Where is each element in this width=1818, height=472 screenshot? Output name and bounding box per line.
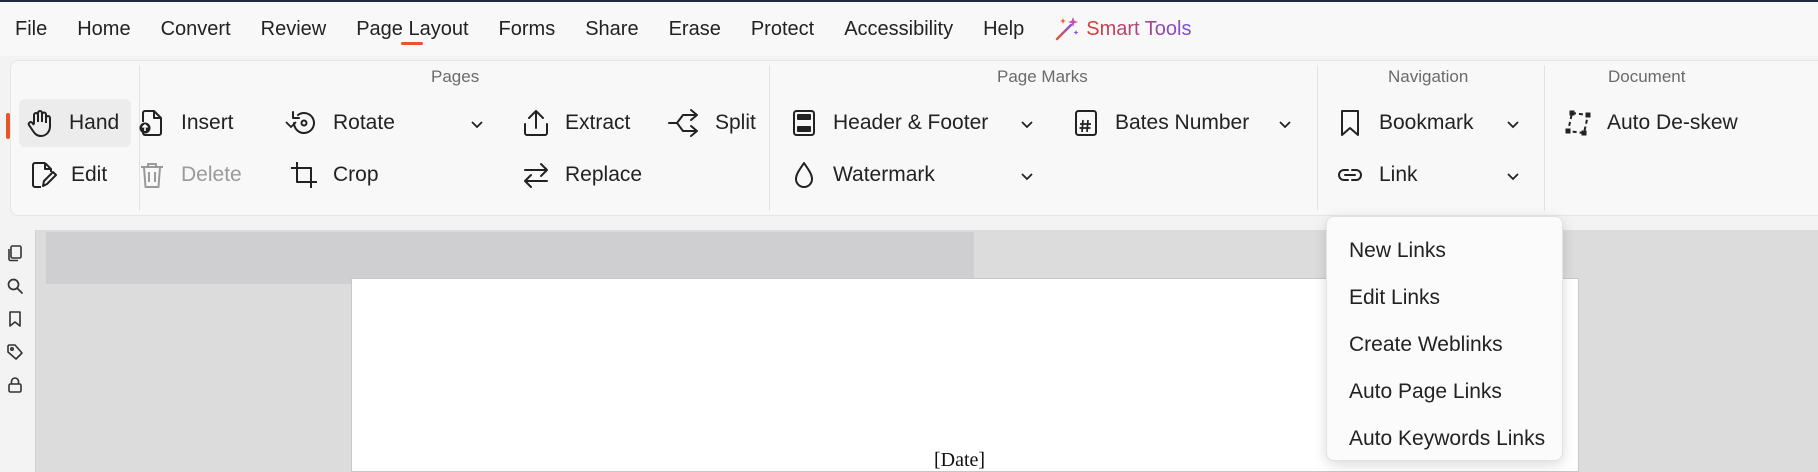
- header-footer-button[interactable]: Header & Footer: [789, 99, 988, 147]
- extract-pages-button[interactable]: Extract: [521, 99, 630, 147]
- watermark-chevron-down-icon[interactable]: [1019, 168, 1035, 184]
- split-pages-button[interactable]: Split: [667, 99, 756, 147]
- menu-item-new-links[interactable]: New Links: [1327, 227, 1562, 274]
- bookmark-button[interactable]: Bookmark: [1335, 99, 1474, 147]
- deskew-icon: [1565, 110, 1591, 136]
- split-icon: [668, 109, 698, 137]
- watermark-label: Watermark: [833, 163, 935, 186]
- ribbon-separator: [1317, 65, 1318, 211]
- delete-label: Delete: [181, 163, 242, 186]
- left-side-rail: [0, 232, 34, 472]
- link-label: Link: [1379, 163, 1418, 186]
- search-icon[interactable]: [6, 277, 24, 295]
- upload-icon: [524, 110, 548, 136]
- group-title-page-marks: Page Marks: [997, 67, 1088, 86]
- auto-deskew-label: Auto De-skew: [1607, 111, 1738, 134]
- menu-help[interactable]: Help: [983, 18, 1024, 41]
- ribbon-toolbar: Pages Page Marks Navigation Document Han…: [10, 60, 1818, 216]
- water-drop-icon: [795, 162, 813, 188]
- group-title-document: Document: [1608, 67, 1686, 86]
- rotate-icon: [292, 111, 315, 134]
- bates-number-button[interactable]: Bates Number: [1071, 99, 1249, 147]
- insert-label: Insert: [181, 111, 234, 134]
- tag-icon[interactable]: [6, 343, 24, 361]
- pages-panel-icon[interactable]: [6, 244, 24, 262]
- header-footer-chevron-down-icon[interactable]: [1019, 116, 1035, 132]
- bates-number-icon: [1075, 110, 1097, 136]
- bookmarks-panel-icon[interactable]: [6, 310, 24, 328]
- split-label: Split: [715, 111, 756, 134]
- edit-tool-button[interactable]: Edit: [27, 151, 107, 199]
- extract-label: Extract: [565, 111, 631, 134]
- link-button[interactable]: Link: [1335, 151, 1418, 199]
- menu-file[interactable]: File: [15, 18, 47, 41]
- bates-number-label: Bates Number: [1115, 111, 1250, 134]
- delete-pages-button[interactable]: Delete: [137, 151, 242, 199]
- menu-item-create-weblinks[interactable]: Create Weblinks: [1327, 321, 1562, 368]
- menu-convert[interactable]: Convert: [161, 18, 231, 41]
- bookmark-icon: [1341, 110, 1359, 136]
- insert-pages-button[interactable]: Insert: [137, 99, 234, 147]
- menu-item-edit-links[interactable]: Edit Links: [1327, 274, 1562, 321]
- crop-icon: [291, 162, 317, 188]
- document-date-text: [Date]: [934, 449, 986, 471]
- canvas-overlay-bar: [46, 232, 974, 284]
- menu-share[interactable]: Share: [585, 18, 638, 41]
- link-chevron-down-icon[interactable]: [1505, 168, 1521, 184]
- group-title-navigation: Navigation: [1388, 67, 1469, 86]
- edit-document-icon: [32, 162, 57, 188]
- menu-review[interactable]: Review: [261, 18, 327, 41]
- menu-forms[interactable]: Forms: [499, 18, 556, 41]
- lock-icon[interactable]: [6, 376, 24, 394]
- menu-protect[interactable]: Protect: [751, 18, 814, 41]
- menu-item-auto-keywords-links[interactable]: Auto Keywords Links: [1327, 415, 1562, 462]
- insert-page-icon: [139, 110, 162, 136]
- header-footer-icon: [793, 110, 815, 136]
- swap-arrows-icon: [524, 163, 548, 188]
- menu-home[interactable]: Home: [77, 18, 130, 41]
- hand-active-indicator: [6, 113, 10, 139]
- replace-pages-button[interactable]: Replace: [521, 151, 642, 199]
- rotate-chevron-down-icon[interactable]: [469, 116, 485, 132]
- hand-icon: [27, 110, 51, 137]
- bookmark-label: Bookmark: [1379, 111, 1474, 134]
- smart-tools-label: Smart Tools: [1086, 17, 1192, 40]
- menu-erase[interactable]: Erase: [669, 18, 721, 41]
- ribbon-separator: [1544, 65, 1545, 211]
- crop-pages-button[interactable]: Crop: [289, 151, 379, 199]
- smart-tools-button[interactable]: Smart Tools: [1054, 16, 1191, 42]
- watermark-button[interactable]: Watermark: [789, 151, 935, 199]
- rotate-label: Rotate: [333, 111, 395, 134]
- replace-label: Replace: [565, 163, 643, 186]
- ribbon-separator: [769, 65, 770, 211]
- menu-page-layout[interactable]: Page Layout: [356, 18, 469, 45]
- hand-tool-label: Hand: [69, 111, 120, 134]
- menu-item-auto-page-links[interactable]: Auto Page Links: [1327, 368, 1562, 415]
- group-title-pages: Pages: [431, 67, 480, 86]
- crop-label: Crop: [333, 163, 379, 186]
- auto-deskew-button[interactable]: Auto De-skew: [1563, 99, 1738, 147]
- trash-icon: [141, 163, 163, 188]
- hand-tool-button[interactable]: Hand: [19, 99, 131, 147]
- rotate-pages-button[interactable]: Rotate: [289, 99, 395, 147]
- link-icon: [1338, 169, 1362, 181]
- bookmark-chevron-down-icon[interactable]: [1505, 116, 1521, 132]
- header-footer-label: Header & Footer: [833, 111, 989, 134]
- menu-bar: File Home Convert Review Page Layout For…: [0, 0, 1818, 56]
- menu-accessibility[interactable]: Accessibility: [844, 18, 953, 41]
- edit-tool-label: Edit: [71, 163, 108, 186]
- bates-number-chevron-down-icon[interactable]: [1277, 116, 1293, 132]
- magic-wand-icon: [1056, 17, 1079, 41]
- link-dropdown-menu: New Links Edit Links Create Weblinks Aut…: [1326, 216, 1563, 461]
